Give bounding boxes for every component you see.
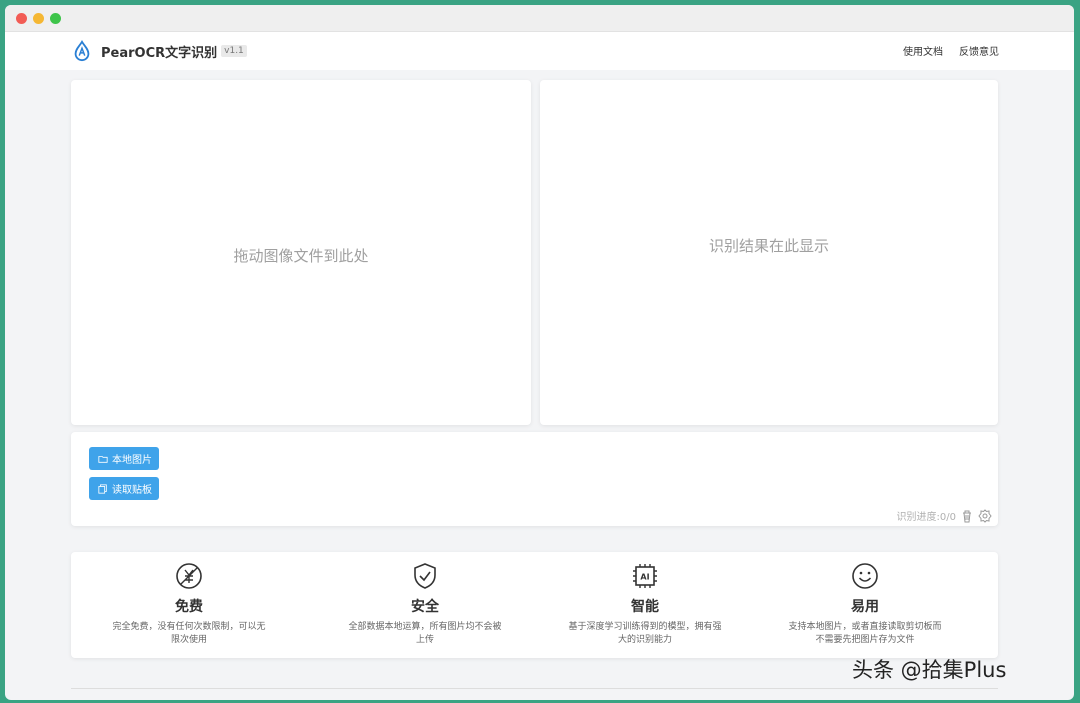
- version-badge: v1.1: [221, 45, 247, 57]
- feature-desc: 基于深度学习训练得到的模型，拥有强大的识别能力: [568, 622, 722, 645]
- top-nav: 使用文档 反馈意见: [903, 43, 999, 58]
- feature-desc: 全部数据本地运算，所有图片均不会被上传: [348, 622, 502, 645]
- local-image-label: 本地图片: [112, 455, 152, 466]
- minimize-window-button[interactable]: [33, 13, 44, 24]
- smile-icon: [852, 563, 878, 589]
- shield-check-icon: [414, 563, 436, 589]
- nav-feedback-link[interactable]: 反馈意见: [959, 43, 999, 58]
- features-panel: 免费 完全免费，没有任何次数限制，可以无限次使用 安全 全部数据本地运算，所有图…: [71, 552, 998, 658]
- result-hint: 识别结果在此显示: [708, 237, 829, 255]
- feature-title: 易用: [851, 599, 879, 615]
- read-clipboard-button[interactable]: 读取贴板: [89, 477, 159, 500]
- feature-secure: 安全 全部数据本地运算，所有图片均不会被上传: [345, 562, 505, 647]
- folder-icon: [98, 455, 108, 463]
- close-window-button[interactable]: [16, 13, 27, 24]
- nav-docs-link[interactable]: 使用文档: [903, 43, 943, 58]
- feature-title: 免费: [175, 599, 203, 615]
- copy-icon: [98, 483, 107, 494]
- free-icon: [176, 563, 202, 589]
- action-toolbar: 本地图片 读取贴板 识别进度:0/0: [71, 432, 998, 526]
- feature-free: 免费 完全免费，没有任何次数限制，可以无限次使用: [109, 562, 269, 647]
- brand[interactable]: PearOCR文字识别 v1.1: [71, 40, 247, 62]
- dropzone-hint: 拖动图像文件到此处: [233, 247, 369, 265]
- watermark: 头条 @拾集Plus: [852, 658, 1007, 682]
- progress-text: 识别进度:0/0: [896, 512, 956, 523]
- svg-text:AI: AI: [640, 573, 649, 582]
- feature-desc: 完全免费，没有任何次数限制，可以无限次使用: [112, 622, 266, 645]
- maximize-window-button[interactable]: [50, 13, 61, 24]
- pear-logo-icon: [74, 40, 90, 62]
- local-image-button[interactable]: 本地图片: [89, 447, 159, 470]
- feature-title: 智能: [631, 599, 659, 615]
- feature-smart: AI 智能 基于深度学习训练得到的模型，拥有强大的识别能力: [565, 562, 725, 647]
- app-header: PearOCR文字识别 v1.1 使用文档 反馈意见: [5, 32, 1074, 70]
- read-clipboard-label: 读取贴板: [112, 485, 152, 496]
- progress-area: 识别进度:0/0: [897, 508, 992, 523]
- feature-title: 安全: [411, 599, 439, 615]
- app-title: PearOCR文字识别: [101, 45, 218, 61]
- trash-icon[interactable]: [960, 509, 974, 523]
- title-bar: [5, 5, 1074, 32]
- result-panel[interactable]: 识别结果在此显示: [540, 80, 998, 425]
- ai-chip-icon: AI: [633, 564, 657, 588]
- image-dropzone[interactable]: 拖动图像文件到此处: [71, 80, 531, 425]
- settings-gear-icon[interactable]: [978, 508, 992, 523]
- footer-divider: [71, 688, 998, 689]
- feature-desc: 支持本地图片，或者直接读取剪切板而不需要先把图片存为文件: [788, 622, 942, 645]
- feature-easy: 易用 支持本地图片，或者直接读取剪切板而不需要先把图片存为文件: [785, 562, 945, 647]
- app-window: PearOCR文字识别 v1.1 使用文档 反馈意见 拖动图像文件到此处 识别结…: [5, 5, 1074, 700]
